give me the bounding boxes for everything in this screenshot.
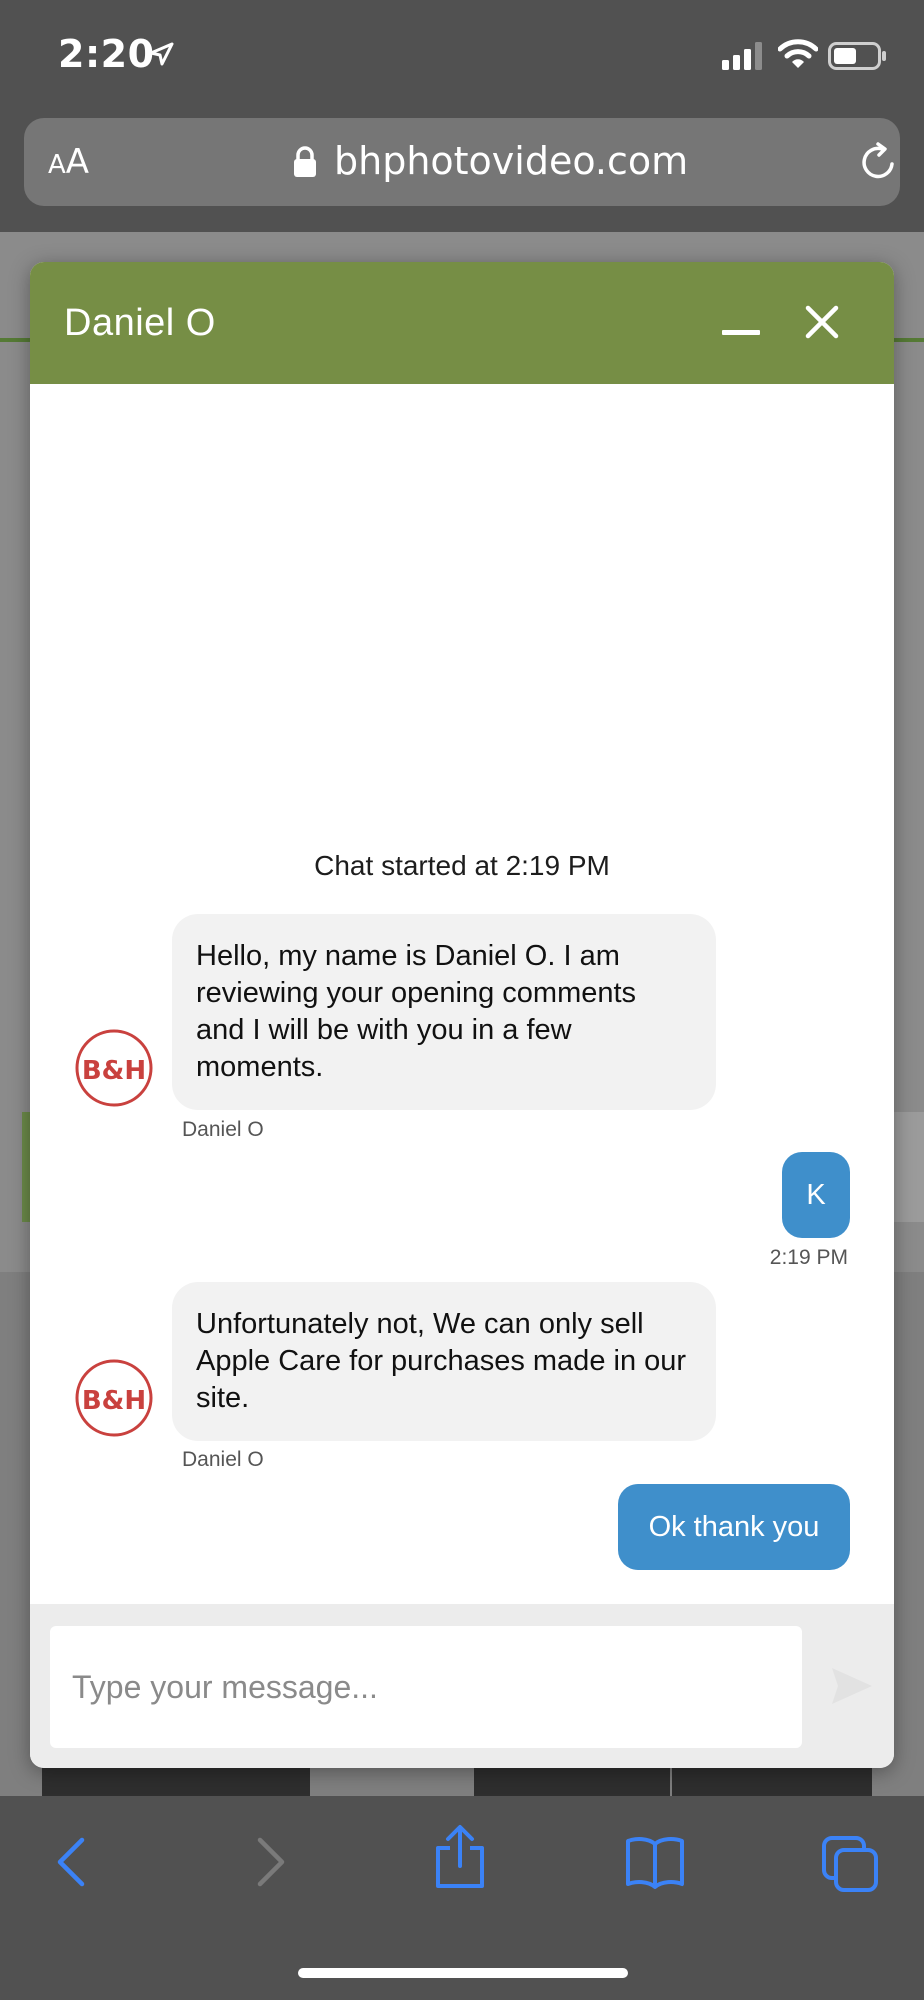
background-element [892,1112,924,1222]
chat-started-notice: Chat started at 2:19 PM [314,850,610,881]
close-icon[interactable] [804,304,840,344]
share-icon[interactable] [432,1824,488,1894]
forward-icon[interactable] [250,1834,290,1894]
cellular-signal-icon [722,42,768,74]
user-message-bubble: K [782,1152,850,1238]
minimize-icon[interactable] [722,330,760,335]
chat-agent-name: Daniel O [64,302,216,344]
reload-icon[interactable] [858,142,898,186]
wifi-icon [777,38,819,74]
bh-avatar-icon: B&H [74,1358,154,1438]
back-icon[interactable] [52,1834,92,1894]
message-timestamp: 2:19 PM [769,1246,848,1269]
bookmarks-icon[interactable] [624,1834,686,1894]
chat-widget: Daniel O Chat started at 2:19 PM Hello, … [30,262,894,1768]
avatar-logo-text: B&H [82,1386,146,1416]
chat-transcript[interactable]: Chat started at 2:19 PM Hello, my name i… [30,384,894,1614]
send-icon[interactable] [830,1666,874,1710]
chat-input-area [30,1604,894,1768]
avatar-logo-text: B&H [82,1056,146,1086]
url-text: bhphotovideo.com [334,139,689,183]
status-time: 2:20 [58,32,155,76]
agent-message-bubble: Hello, my name is Daniel O. I am reviewi… [172,914,716,1110]
message-input[interactable] [50,1626,802,1748]
location-arrow-icon [148,42,174,72]
message-sender-label: Daniel O [182,1448,264,1471]
agent-message-bubble: Unfortunately not, We can only sell Appl… [172,1282,716,1441]
battery-icon [828,42,888,74]
address-bar-container: AA bhphotovideo.com [0,112,924,232]
lock-icon [292,146,318,182]
message-sender-label: Daniel O [182,1118,264,1141]
home-indicator [298,1968,628,1978]
chat-header: Daniel O [30,262,894,384]
text-size-button[interactable]: AA [48,138,108,186]
browser-toolbar [0,1796,924,2000]
user-message-bubble: Ok thank you [618,1484,850,1570]
bh-avatar-icon: B&H [74,1028,154,1108]
address-bar[interactable]: AA bhphotovideo.com [24,118,900,206]
tabs-icon[interactable] [820,1834,880,1898]
status-bar: 2:20 [0,0,924,112]
